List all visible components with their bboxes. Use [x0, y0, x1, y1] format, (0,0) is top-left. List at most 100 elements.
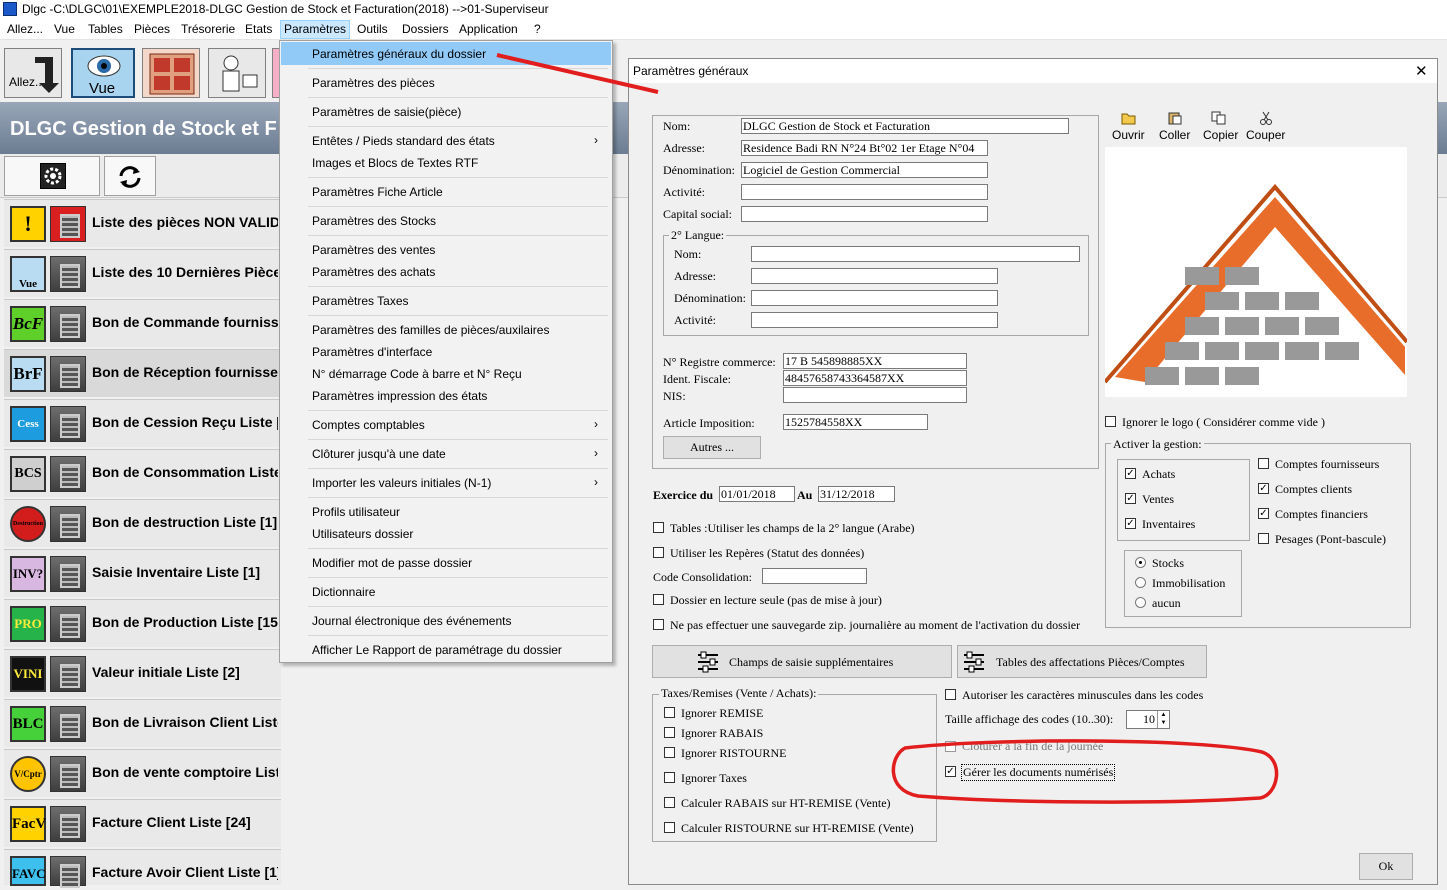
date-from-field[interactable]: 01/01/2018: [719, 486, 795, 502]
aucun-radio[interactable]: [1135, 597, 1146, 608]
date-to-field[interactable]: 31/12/2018: [818, 486, 895, 502]
list-item[interactable]: INV? Saisie Inventaire Liste [1]: [4, 549, 281, 597]
copier-button[interactable]: Copier: [1203, 128, 1238, 142]
adresse-field[interactable]: Residence Badi RN N°24 Bt°02 1er Etage N…: [741, 140, 988, 156]
menu-item-parametres-pieces[interactable]: Paramètres des pièces: [312, 76, 435, 90]
menu-tables[interactable]: Tables: [85, 22, 126, 37]
menu-item-mot-de-passe[interactable]: Modifier mot de passe dossier: [312, 556, 472, 570]
ok-button[interactable]: Ok: [1359, 853, 1413, 880]
menu-item-utilisateurs[interactable]: Utilisateurs dossier: [312, 527, 413, 541]
menu-item-achats[interactable]: Paramètres des achats: [312, 265, 435, 279]
user-cart-toolbar-button[interactable]: [208, 48, 266, 98]
menu-item-images-blocs[interactable]: Images et Blocs de Textes RTF: [312, 156, 478, 170]
ignorer-taxes-checkbox[interactable]: [664, 772, 675, 783]
vue-button[interactable]: Vue: [71, 48, 135, 98]
langue-denomination-field[interactable]: [751, 290, 998, 306]
ignorer-logo-checkbox[interactable]: [1105, 416, 1116, 427]
calculer-ristourne-checkbox[interactable]: [664, 822, 675, 833]
list-item[interactable]: VINI Valeur initiale Liste [2]: [4, 649, 281, 697]
ignorer-ristourne-checkbox[interactable]: [664, 747, 675, 758]
lecture-seule-checkbox[interactable]: [653, 594, 664, 605]
list-item[interactable]: ! Liste des pièces NON VALIDEE: [4, 199, 281, 247]
reperes-checkbox[interactable]: [653, 547, 664, 558]
menu-application[interactable]: Application: [456, 22, 521, 37]
menu-help[interactable]: ?: [531, 22, 544, 37]
list-item[interactable]: FacV Facture Client Liste [24]: [4, 799, 281, 847]
ignorer-rabais-checkbox[interactable]: [664, 727, 675, 738]
menu-dossiers[interactable]: Dossiers: [399, 22, 452, 37]
immobilisation-radio[interactable]: [1135, 577, 1146, 588]
menu-item-journal[interactable]: Journal électronique des événements: [312, 614, 511, 628]
menu-item-familles[interactable]: Paramètres des familles de pièces/auxila…: [312, 323, 549, 337]
menu-item-cloturer[interactable]: Clôturer jusqu'à une date: [312, 447, 446, 461]
code-consolidation-field[interactable]: [762, 568, 867, 584]
sauvegarde-checkbox[interactable]: [653, 619, 664, 630]
list-item[interactable]: Destruction Bon de destruction Liste [1]: [4, 499, 281, 547]
menu-item-rapport[interactable]: Afficher Le Rapport de paramétrage du do…: [312, 643, 562, 657]
menu-outils[interactable]: Outils: [354, 22, 391, 37]
comptes-fournisseurs-checkbox[interactable]: [1258, 458, 1269, 469]
menu-item-dictionnaire[interactable]: Dictionnaire: [312, 585, 375, 599]
menu-item-stocks[interactable]: Paramètres des Stocks: [312, 214, 436, 228]
refresh-button[interactable]: [104, 156, 156, 196]
nom-field[interactable]: DLGC Gestion de Stock et Facturation: [741, 118, 1069, 134]
achats-checkbox[interactable]: ✓: [1125, 468, 1136, 479]
ouvrir-button[interactable]: Ouvrir: [1112, 128, 1145, 142]
coller-button[interactable]: Coller: [1159, 128, 1190, 142]
menu-allez[interactable]: Allez...: [4, 22, 46, 37]
nis-field[interactable]: [783, 387, 967, 403]
minuscules-checkbox[interactable]: [945, 689, 956, 700]
menu-parametres[interactable]: Paramètres: [280, 20, 351, 39]
taille-codes-spinner[interactable]: 10 ▲ ▼: [1126, 710, 1170, 729]
ident-fiscale-field[interactable]: 48457658743364587XX: [783, 370, 967, 386]
autres-button[interactable]: Autres ...: [663, 436, 761, 459]
article-imposition-field[interactable]: 1525784558XX: [783, 414, 928, 430]
calculer-rabais-checkbox[interactable]: [664, 797, 675, 808]
list-item[interactable]: BcF Bon de Commande fournisseu: [4, 299, 281, 347]
tables-toolbar-button[interactable]: [142, 48, 200, 98]
registre-commerce-field[interactable]: 17 B 545898885XX: [783, 353, 967, 369]
documents-numerises-checkbox[interactable]: ✓: [945, 766, 956, 777]
menu-item-profils[interactable]: Profils utilisateur: [312, 505, 400, 519]
ventes-checkbox[interactable]: ✓: [1125, 493, 1136, 504]
pesages-checkbox[interactable]: [1258, 533, 1269, 544]
list-item[interactable]: FAVC Facture Avoir Client Liste [1]: [4, 849, 281, 888]
list-item[interactable]: Vue Liste des 10 Dernières Pièces: [4, 249, 281, 297]
tables-affectations-button[interactable]: Tables des affectations Pièces/Comptes: [957, 645, 1207, 678]
capital-field[interactable]: [741, 206, 988, 222]
activite-field[interactable]: [741, 184, 988, 200]
langue-activite-field[interactable]: [751, 312, 998, 328]
couper-button[interactable]: Couper: [1246, 128, 1285, 142]
comptes-clients-checkbox[interactable]: ✓: [1258, 483, 1269, 494]
ignorer-remise-checkbox[interactable]: [664, 707, 675, 718]
menu-item-code-barre[interactable]: N° démarrage Code à barre et N° Reçu: [312, 367, 522, 381]
menu-item-fiche-article[interactable]: Paramètres Fiche Article: [312, 185, 443, 199]
menu-item-impression-etats[interactable]: Paramètres impression des états: [312, 389, 487, 403]
list-item[interactable]: BrF Bon de Réception fournisseur: [4, 349, 281, 397]
langue-adresse-field[interactable]: [751, 268, 998, 284]
menu-item-parametres-generaux[interactable]: Paramètres généraux du dossier: [312, 47, 486, 61]
langue-nom-field[interactable]: [751, 246, 1080, 262]
logo-image[interactable]: [1103, 147, 1409, 397]
settings-button[interactable]: [4, 156, 100, 196]
denomination-field[interactable]: Logiciel de Gestion Commercial: [741, 162, 988, 178]
allez-button[interactable]: Allez...: [4, 48, 62, 98]
menu-item-importer[interactable]: Importer les valeurs initiales (N-1): [312, 476, 491, 490]
list-item[interactable]: PRO Bon de Production Liste [15]: [4, 599, 281, 647]
cloturer-checkbox[interactable]: [945, 741, 956, 752]
list-item[interactable]: Cess R Bon de Cession Reçu Liste [2]: [4, 399, 281, 462]
stocks-radio[interactable]: [1135, 557, 1146, 568]
close-icon[interactable]: ✕: [1415, 62, 1428, 80]
menu-tresorerie[interactable]: Trésorerie: [178, 22, 238, 37]
menu-item-ventes[interactable]: Paramètres des ventes: [312, 243, 435, 257]
list-item[interactable]: BCS Bon de Consommation Liste [2: [4, 449, 281, 497]
menu-pieces[interactable]: Pièces: [131, 22, 173, 37]
list-item[interactable]: V/Cptr Bon de vente comptoire Liste [1]: [4, 749, 281, 797]
menu-etats[interactable]: Etats: [242, 22, 275, 37]
menu-item-parametres-saisie[interactable]: Paramètres de saisie(pièce): [312, 105, 461, 119]
menu-item-interface[interactable]: Paramètres d'interface: [312, 345, 432, 359]
champs-saisie-button[interactable]: Champs de saisie supplémentaires: [652, 645, 952, 678]
comptes-financiers-checkbox[interactable]: ✓: [1258, 508, 1269, 519]
menu-item-comptes-comptables[interactable]: Comptes comptables: [312, 418, 425, 432]
menu-vue[interactable]: Vue: [51, 22, 78, 37]
